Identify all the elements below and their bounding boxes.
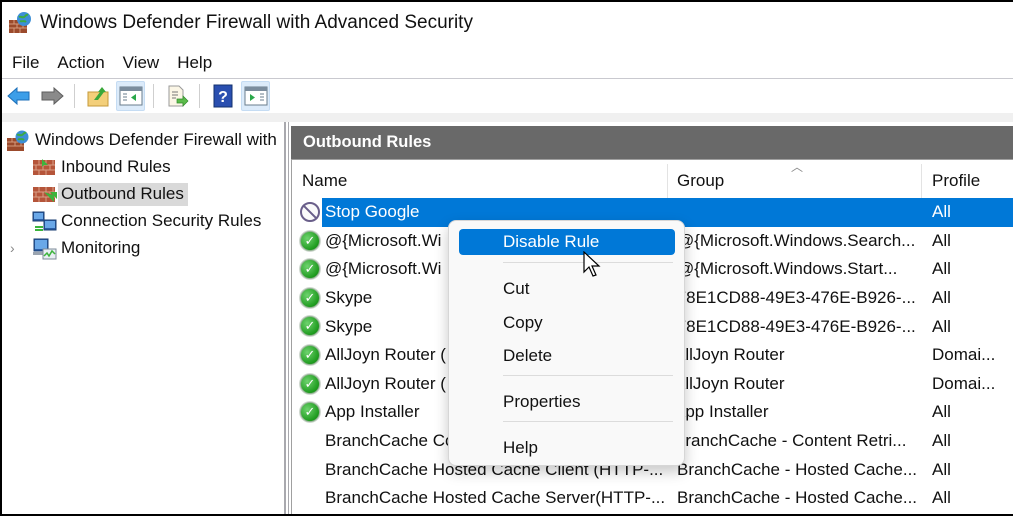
tree-item-label: Connection Security Rules [61, 211, 262, 230]
cell-group: @{Microsoft.Windows.Start... [677, 259, 898, 279]
blocked-rule-icon [300, 202, 320, 222]
cell-profile: All [932, 288, 951, 308]
toolbar-separator [199, 84, 200, 108]
cell-profile: Domai... [932, 345, 996, 365]
inbound-rules-icon [32, 157, 58, 179]
toolbar-separator [153, 84, 154, 108]
cell-group: BranchCache - Hosted Cache... [677, 459, 917, 479]
svg-text:?: ? [218, 89, 228, 106]
forward-arrow-icon [41, 86, 64, 106]
context-menu: Disable Rule Cut Copy Delete Properties … [448, 220, 685, 466]
menu-item-help[interactable]: Help [459, 435, 675, 461]
menu-view[interactable]: View [121, 53, 170, 73]
cell-profile: All [932, 316, 951, 336]
export-list-icon [168, 85, 188, 107]
sort-ascending-icon: ︿ [791, 160, 804, 174]
up-one-level-button[interactable] [83, 81, 112, 111]
menu-item-delete[interactable]: Delete [459, 343, 675, 369]
enabled-rule-icon: ✓ [300, 287, 320, 308]
enabled-rule-icon: ✓ [300, 230, 320, 251]
menu-separator [503, 421, 673, 422]
tree-item-label: Monitoring [61, 238, 141, 257]
toolbar-separator [74, 84, 75, 108]
column-header-name[interactable]: Name [302, 164, 347, 198]
show-hide-console-tree-button[interactable] [116, 81, 145, 111]
firewall-globe-icon [6, 130, 32, 152]
column-divider[interactable] [667, 164, 668, 198]
help-button[interactable]: ? [208, 81, 237, 111]
help-icon: ? [213, 84, 232, 108]
toolbar-bottom-strip [2, 113, 1013, 122]
menu-action[interactable]: Action [55, 53, 114, 73]
table-row[interactable]: BranchCache Hosted Cache Server(HTTP-...… [291, 484, 1013, 513]
tree-item-label: Outbound Rules [58, 183, 188, 206]
menu-file[interactable]: File [10, 53, 49, 73]
tree-item-monitoring[interactable]: Monitoring [32, 236, 144, 261]
splitter[interactable] [284, 122, 286, 514]
action-pane-icon [244, 86, 267, 106]
enabled-rule-icon: ✓ [300, 316, 320, 337]
cell-profile: Domai... [932, 373, 996, 393]
cell-group: AllJoyn Router [674, 345, 785, 365]
cell-profile: All [932, 230, 951, 250]
back-button[interactable] [4, 81, 33, 111]
cell-profile: All [932, 402, 951, 422]
tree-item-outbound-rules[interactable]: Outbound Rules [32, 182, 188, 207]
window-title: Windows Defender Firewall with Advanced … [40, 12, 473, 33]
show-hide-action-pane-button[interactable] [241, 81, 270, 111]
cell-name: BranchCache Hosted Cache Server(HTTP-... [325, 488, 666, 508]
menu-separator [503, 375, 673, 376]
cell-group: App Installer [674, 402, 769, 422]
tree-item-label: Inbound Rules [61, 157, 171, 176]
cell-profile: All [932, 488, 951, 508]
title-bar: Windows Defender Firewall with Advanced … [2, 2, 1013, 44]
connection-security-icon [32, 211, 58, 233]
mmc-window: Windows Defender Firewall with Advanced … [0, 0, 1013, 516]
enabled-rule-icon: ✓ [300, 402, 320, 423]
cell-profile: All [932, 202, 951, 222]
cell-profile: All [932, 259, 951, 279]
console-tree-icon [119, 86, 142, 106]
menu-item-disable-rule[interactable]: Disable Rule [459, 229, 675, 255]
cell-group: BranchCache - Content Retri... [674, 431, 907, 451]
column-header-profile[interactable]: Profile [932, 164, 980, 198]
menu-help[interactable]: Help [175, 53, 222, 73]
toolbar: ? [2, 79, 1013, 113]
cell-group [677, 198, 917, 227]
firewall-globe-icon [8, 11, 32, 35]
enabled-rule-icon: ✓ [300, 259, 320, 280]
export-list-button[interactable] [162, 81, 191, 111]
menu-item-copy[interactable]: Copy [459, 310, 675, 336]
outbound-rules-icon [32, 184, 58, 206]
cell-profile: All [932, 431, 951, 451]
up-folder-icon [87, 87, 108, 107]
monitoring-icon [32, 238, 58, 260]
cell-profile: All [932, 459, 951, 479]
column-divider[interactable] [921, 164, 922, 198]
console-tree: Windows Defender Firewall with Inbound R… [2, 122, 285, 514]
tree-item-connection-security-rules[interactable]: Connection Security Rules [32, 209, 265, 234]
enabled-rule-icon: ✓ [300, 345, 320, 365]
back-arrow-icon [6, 86, 29, 106]
tree-root-label: Windows Defender Firewall with [35, 130, 277, 149]
pane-title: Outbound Rules [291, 126, 1013, 159]
column-header-group[interactable]: Group [677, 164, 724, 198]
menu-item-cut[interactable]: Cut [459, 276, 675, 302]
cell-group: @{Microsoft.Windows.Search... [677, 230, 916, 250]
cell-group: AllJoyn Router [674, 373, 785, 393]
splitter-edge [288, 122, 289, 514]
menu-item-properties[interactable]: Properties [459, 389, 675, 415]
menu-bar: File Action View Help [2, 48, 228, 78]
forward-button[interactable] [37, 81, 66, 111]
tree-item-inbound-rules[interactable]: Inbound Rules [32, 155, 175, 180]
mouse-pointer-icon [583, 251, 601, 277]
cell-group: BranchCache - Hosted Cache... [677, 488, 917, 508]
tree-root[interactable]: Windows Defender Firewall with [6, 128, 281, 153]
enabled-rule-icon: ✓ [300, 373, 320, 394]
cell-group: {78E1CD88-49E3-476E-B926-... [671, 316, 916, 336]
cell-group: {78E1CD88-49E3-476E-B926-... [671, 288, 916, 308]
expand-chevron-icon[interactable]: › [10, 240, 15, 256]
